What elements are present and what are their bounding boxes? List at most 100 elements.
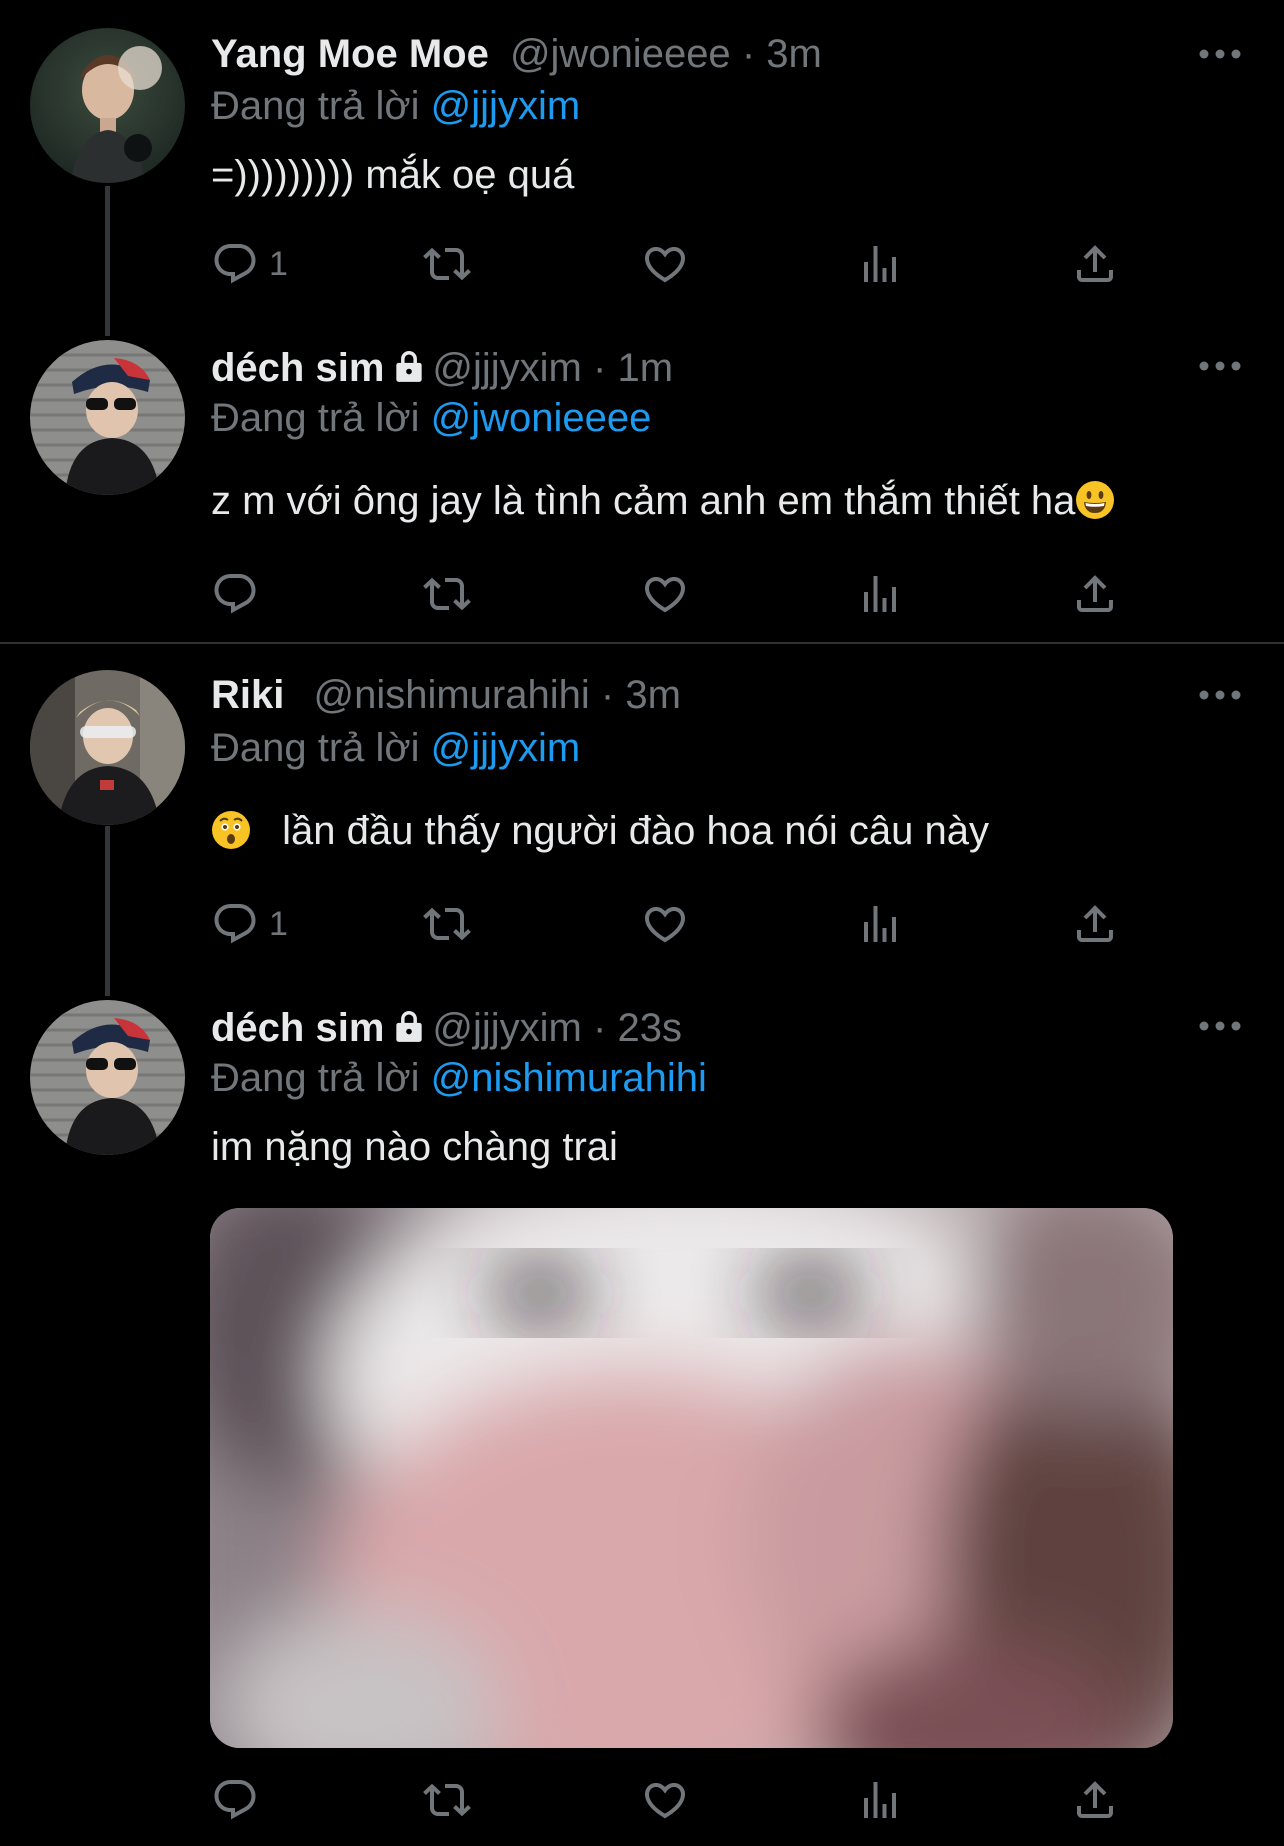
- reply-count: 1: [269, 904, 288, 943]
- like-icon: [641, 240, 689, 288]
- retweet-icon: [423, 1776, 471, 1824]
- tweet-text-content: lần đầu thấy người đào hoa nói câu này: [282, 809, 989, 853]
- analytics-icon: [856, 570, 904, 618]
- like-button[interactable]: [641, 1772, 689, 1828]
- share-icon: [1071, 1776, 1119, 1824]
- reply-button[interactable]: 1: [211, 896, 288, 952]
- like-button[interactable]: [641, 566, 689, 622]
- retweet-button[interactable]: [423, 236, 471, 292]
- reply-icon: [211, 900, 259, 948]
- tweet-text: z m với ông jay là tình cảm anh em thắm …: [211, 474, 1115, 528]
- like-icon: [641, 570, 689, 618]
- retweet-icon: [423, 240, 471, 288]
- reply-button[interactable]: [211, 1772, 269, 1828]
- tweet-text: =))))))))) mắk oẹ quá: [211, 153, 575, 197]
- retweet-icon: [423, 570, 471, 618]
- tweet-header: déch sim @jjjyxim · 23s: [211, 1003, 682, 1053]
- thread-divider: [0, 642, 1284, 644]
- tweet-header: déch sim @jjjyxim · 1m: [211, 343, 673, 393]
- display-name[interactable]: déch sim: [211, 346, 384, 390]
- timestamp[interactable]: 23s: [617, 1006, 682, 1050]
- share-button[interactable]: [1071, 1772, 1119, 1828]
- tweet-header: Riki @nishimurahihi · 3m: [211, 670, 681, 720]
- retweet-icon: [423, 900, 471, 948]
- like-icon: [641, 1776, 689, 1824]
- display-name[interactable]: déch sim: [211, 1006, 384, 1050]
- tweet-actions: [211, 566, 1131, 622]
- user-handle[interactable]: @jjjyxim: [432, 346, 581, 390]
- avatar[interactable]: [30, 1000, 185, 1155]
- separator: ·: [593, 346, 618, 390]
- more-icon[interactable]: [1198, 685, 1242, 705]
- share-icon: [1071, 240, 1119, 288]
- retweet-button[interactable]: [423, 1772, 471, 1828]
- reply-count: 1: [269, 244, 288, 283]
- share-icon: [1071, 900, 1119, 948]
- reply-button[interactable]: [211, 566, 269, 622]
- grinning-face-icon: [1075, 480, 1115, 520]
- lock-icon: [390, 347, 428, 385]
- share-icon: [1071, 570, 1119, 618]
- mention-link[interactable]: @jjjyxim: [431, 84, 580, 128]
- like-icon: [641, 900, 689, 948]
- analytics-button[interactable]: [856, 896, 904, 952]
- retweet-button[interactable]: [423, 566, 471, 622]
- replying-to: Đang trả lời @jwonieeee: [211, 393, 651, 443]
- tweet-text: im nặng nào chàng trai: [211, 1125, 618, 1169]
- replying-to: Đang trả lời @jjjyxim: [211, 81, 580, 131]
- tweet-header: Yang Moe Moe @jwonieeee · 3m: [211, 29, 822, 79]
- user-handle[interactable]: @jwonieeee: [510, 32, 731, 76]
- analytics-button[interactable]: [856, 1772, 904, 1828]
- separator: ·: [600, 673, 626, 717]
- mention-link[interactable]: @jwonieeee: [431, 396, 652, 440]
- reply-button[interactable]: 1: [211, 236, 288, 292]
- tweet-actions: 1: [211, 896, 1131, 952]
- tweet-text: lần đầu thấy người đào hoa nói câu này: [211, 804, 989, 858]
- share-button[interactable]: [1071, 896, 1119, 952]
- mention-link[interactable]: @nishimurahihi: [431, 1056, 707, 1100]
- mention-link[interactable]: @jjjyxim: [431, 726, 580, 770]
- more-icon[interactable]: [1198, 44, 1242, 64]
- avatar[interactable]: [30, 28, 185, 183]
- separator: ·: [593, 1006, 618, 1050]
- more-icon[interactable]: [1198, 1016, 1242, 1036]
- replying-to: Đang trả lời @nishimurahihi: [211, 1053, 707, 1103]
- replying-to: Đang trả lời @jjjyxim: [211, 723, 580, 773]
- user-handle[interactable]: @nishimurahihi: [313, 673, 589, 717]
- retweet-button[interactable]: [423, 896, 471, 952]
- like-button[interactable]: [641, 236, 689, 292]
- reply-icon: [211, 240, 259, 288]
- timestamp[interactable]: 3m: [625, 673, 681, 717]
- lock-icon: [390, 1007, 428, 1045]
- more-icon[interactable]: [1198, 356, 1242, 376]
- replying-label: Đang trả lời: [211, 84, 420, 128]
- astonished-face-icon: [211, 810, 251, 850]
- analytics-button[interactable]: [856, 236, 904, 292]
- share-button[interactable]: [1071, 566, 1119, 622]
- separator: ·: [741, 32, 767, 76]
- reply-icon: [211, 570, 259, 618]
- user-handle[interactable]: @jjjyxim: [432, 1006, 581, 1050]
- thread-line: [105, 186, 110, 336]
- reply-icon: [211, 1776, 259, 1824]
- tweet-actions: [211, 1772, 1131, 1828]
- avatar[interactable]: [30, 340, 185, 495]
- analytics-button[interactable]: [856, 566, 904, 622]
- replying-label: Đang trả lời: [211, 726, 420, 770]
- timestamp[interactable]: 3m: [766, 32, 822, 76]
- analytics-icon: [856, 240, 904, 288]
- display-name[interactable]: Riki: [211, 673, 284, 717]
- like-button[interactable]: [641, 896, 689, 952]
- analytics-icon: [856, 900, 904, 948]
- thread-line: [105, 826, 110, 996]
- display-name[interactable]: Yang Moe Moe: [211, 32, 489, 76]
- analytics-icon: [856, 1776, 904, 1824]
- tweet-actions: 1: [211, 236, 1131, 292]
- timestamp[interactable]: 1m: [617, 346, 673, 390]
- replying-label: Đang trả lời: [211, 396, 420, 440]
- tweet-media-image[interactable]: [210, 1208, 1173, 1748]
- avatar[interactable]: [30, 670, 185, 825]
- share-button[interactable]: [1071, 236, 1119, 292]
- tweet-text-content: z m với ông jay là tình cảm anh em thắm …: [211, 479, 1076, 523]
- replying-label: Đang trả lời: [211, 1056, 420, 1100]
